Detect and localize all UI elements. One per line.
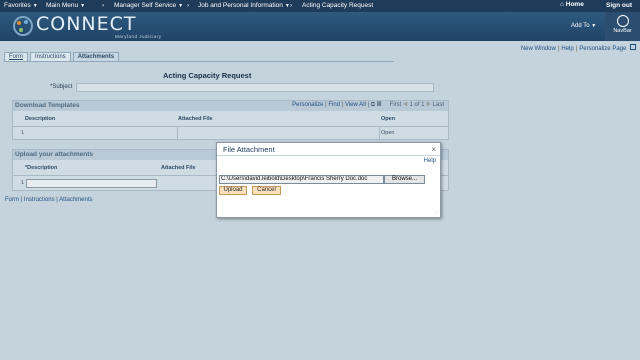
column-header-open: Open <box>381 116 396 122</box>
grid-navigation: Personalize | Find | View All | ⧉ ▦ Firs… <box>292 102 444 108</box>
dropdown-arrow-icon: ▼ <box>80 3 86 9</box>
download-grid-icon[interactable]: ▦ <box>377 102 382 108</box>
page-title: Acting Capacity Request <box>163 71 252 80</box>
favorites-menu[interactable]: Favorites ▼ <box>4 2 38 9</box>
main-menu-label: Main Menu <box>46 2 79 9</box>
cancel-button[interactable]: Cancel <box>252 186 281 195</box>
file-path-input[interactable]: C:\Users\david.leibold\Desktop\Francis S… <box>219 175 384 184</box>
navbar-label: NavBar <box>613 28 632 34</box>
personalize-page-link[interactable]: Personalize Page <box>579 46 626 52</box>
footer-attachments-link[interactable]: Attachments <box>59 197 92 203</box>
breadcrumb-manager-self-service[interactable]: Manager Self Service ▼ <box>114 2 183 9</box>
dropdown-arrow-icon: ▼ <box>591 23 597 29</box>
breadcrumb-separator-icon: › <box>187 2 190 9</box>
home-link[interactable]: ⌂ Home <box>560 1 584 8</box>
next-arrow-icon[interactable]: ▶ <box>426 102 431 108</box>
first-link[interactable]: First <box>390 102 402 108</box>
page-toolbar: New Window | Help | Personalize Page <box>521 44 636 52</box>
home-icon: ⌂ <box>560 1 564 8</box>
prev-arrow-icon[interactable]: ◀ <box>403 102 408 108</box>
separator: | <box>557 46 560 52</box>
subject-input[interactable] <box>76 83 434 92</box>
top-nav: Favorites ▼ Main Menu ▼ › Manager Self Ser… <box>0 0 640 12</box>
find-link[interactable]: Find <box>328 102 340 108</box>
navbar-button[interactable]: NavBar <box>605 12 640 41</box>
resize-grip-icon[interactable]: ⋰ <box>434 210 439 216</box>
breadcrumb-acting-capacity[interactable]: Acting Capacity Request <box>302 2 373 9</box>
add-to-label: Add To <box>571 23 590 29</box>
subject-label: *Subject <box>50 84 73 90</box>
column-header-description: Description <box>25 116 56 122</box>
open-button[interactable]: Open <box>381 130 394 136</box>
grid-title: Download Templates <box>15 102 80 109</box>
row-number: 1 <box>21 180 25 186</box>
breadcrumb-job-personal-info[interactable]: Job and Personal Information ▼ <box>198 2 290 9</box>
download-templates-grid: Download Templates Personalize | Find | … <box>12 100 449 140</box>
grid-header: Download Templates Personalize | Find | … <box>13 101 448 111</box>
row-count: 1 of 1 <box>409 102 425 108</box>
personalize-link[interactable]: Personalize <box>292 102 323 108</box>
dialog-help-link[interactable]: Help <box>424 158 436 164</box>
last-link[interactable]: Last <box>433 102 444 108</box>
footer-links: Form | Instructions | Attachments <box>5 197 93 203</box>
description-input[interactable] <box>26 179 157 188</box>
breadcrumb-separator-icon: › <box>102 2 105 9</box>
breadcrumb-label: Manager Self Service <box>114 2 177 9</box>
home-label: Home <box>565 1 584 8</box>
tab-divider <box>4 61 394 62</box>
grid-title: Upload your attachments <box>15 151 94 158</box>
file-attachment-dialog: File Attachment × Help C:\Users\david.le… <box>216 142 441 218</box>
toolbar-icon[interactable] <box>630 44 636 50</box>
signout-link[interactable]: Sign out <box>606 2 632 9</box>
help-link[interactable]: Help <box>561 46 573 52</box>
view-all-link[interactable]: View All <box>345 102 366 108</box>
separator: | <box>575 46 578 52</box>
breadcrumb-separator-icon: › <box>290 2 293 9</box>
logo-text: CONNECT <box>36 13 137 35</box>
cell-divider <box>177 126 178 140</box>
dialog-title: File Attachment <box>223 145 275 154</box>
breadcrumb-label: Job and Personal Information <box>198 2 283 9</box>
new-window-link[interactable]: New Window <box>521 46 556 52</box>
close-icon[interactable]: × <box>431 145 436 154</box>
compass-icon <box>616 15 629 27</box>
column-header-attached-file: Attached File <box>161 165 196 171</box>
upload-button[interactable]: Upload <box>219 186 247 195</box>
footer-instructions-link[interactable]: Instructions <box>24 197 55 203</box>
cell-divider <box>379 126 380 140</box>
add-to-menu[interactable]: Add To ▼ <box>571 23 596 29</box>
column-header-attached-file: Attached File <box>178 116 213 122</box>
zoom-icon[interactable]: ⧉ <box>371 102 375 108</box>
column-header-description: *Description <box>25 165 58 171</box>
row-number: 1 <box>21 130 25 136</box>
footer-form-link[interactable]: Form <box>5 197 19 203</box>
favorites-label: Favorites <box>4 2 31 9</box>
connect-logo-icon <box>13 16 33 36</box>
dropdown-arrow-icon: ▼ <box>32 3 38 9</box>
main-menu[interactable]: Main Menu ▼ <box>46 2 85 9</box>
logo-subtitle: Maryland Judiciary <box>115 34 162 39</box>
dialog-title-divider <box>217 155 440 156</box>
dropdown-arrow-icon: ▼ <box>178 3 184 9</box>
browse-button[interactable]: Browse... <box>384 175 425 184</box>
row-divider <box>13 126 448 127</box>
